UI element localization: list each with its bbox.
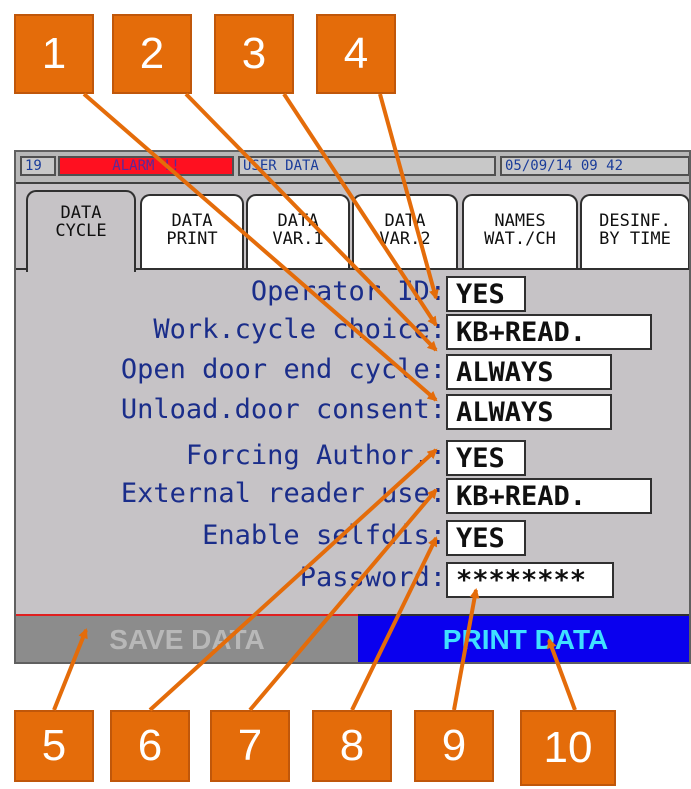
callout-8: 8 — [312, 710, 392, 782]
status-bar: 19 ALARM !! USER DATA 05/09/14 09 42 — [16, 152, 689, 184]
tab-label-line2: WAT./CH — [484, 229, 556, 249]
open-door-end-cycle-label: Open door end cycle: — [120, 354, 446, 385]
hmi-screen: 19 ALARM !! USER DATA 05/09/14 09 42 DAT… — [14, 150, 691, 664]
callout-9: 9 — [414, 710, 494, 782]
password-label: Password: — [299, 562, 446, 593]
callout-2: 2 — [112, 14, 192, 94]
open-door-end-cycle-field[interactable]: ALWAYS — [446, 354, 612, 390]
tab-label-line1: DATA — [384, 211, 426, 231]
callout-3: 3 — [214, 14, 294, 94]
callout-5: 5 — [14, 710, 94, 782]
unload-door-consent-label: Unload.door consent: — [120, 394, 446, 425]
forcing-author-label: Forcing Author.: — [185, 440, 446, 471]
tab-label-line1: NAMES — [494, 211, 546, 231]
external-reader-use-field[interactable]: KB+READ. — [446, 478, 652, 514]
unload-door-consent-field[interactable]: ALWAYS — [446, 394, 612, 430]
external-reader-use-label: External reader use: — [120, 478, 446, 509]
tab-data-cycle[interactable]: DATA CYCLE — [26, 190, 136, 272]
callout-10: 10 — [520, 710, 616, 786]
screen-title: USER DATA — [238, 156, 496, 176]
tab-label-line1: DATA — [277, 211, 319, 231]
tab-label-line2: VAR.1 — [272, 229, 324, 249]
forcing-author-field[interactable]: YES — [446, 440, 526, 476]
save-data-button[interactable]: SAVE DATA — [16, 614, 358, 662]
password-field[interactable]: ******** — [446, 562, 614, 598]
tab-label-line2: CYCLE — [55, 221, 107, 241]
callout-7: 7 — [210, 710, 290, 782]
callout-4: 4 — [316, 14, 396, 94]
tab-desinf-by-time[interactable]: DESINF. BY TIME — [580, 194, 689, 268]
print-data-button[interactable]: PRINT DATA — [358, 614, 689, 662]
tab-label-line1: DESINF. — [599, 211, 671, 231]
work-cycle-choice-label: Work.cycle choice: — [153, 314, 446, 345]
tab-label-line1: DATA — [60, 203, 102, 223]
work-cycle-choice-field[interactable]: KB+READ. — [446, 314, 652, 350]
tab-data-print[interactable]: DATA PRINT — [140, 194, 244, 268]
tab-label-line1: DATA — [171, 211, 213, 231]
datetime-display: 05/09/14 09 42 — [500, 156, 689, 176]
tab-label-line2: VAR.2 — [379, 229, 431, 249]
callout-1: 1 — [14, 14, 94, 94]
tab-label-line2: PRINT — [166, 229, 218, 249]
callout-6: 6 — [110, 710, 190, 782]
operator-id-label: Operator ID: — [250, 276, 446, 307]
tab-data-var2[interactable]: DATA VAR.2 — [352, 194, 458, 268]
tab-label-line2: BY TIME — [599, 229, 671, 249]
tab-data-var1[interactable]: DATA VAR.1 — [246, 194, 350, 268]
alarm-counter: 19 — [20, 156, 56, 176]
enable-selfdis-label: Enable selfdis: — [202, 520, 446, 551]
alarm-indicator[interactable]: ALARM !! — [58, 156, 234, 176]
operator-id-field[interactable]: YES — [446, 276, 526, 312]
tab-names-wat-ch[interactable]: NAMES WAT./CH — [462, 194, 578, 268]
enable-selfdis-field[interactable]: YES — [446, 520, 526, 556]
